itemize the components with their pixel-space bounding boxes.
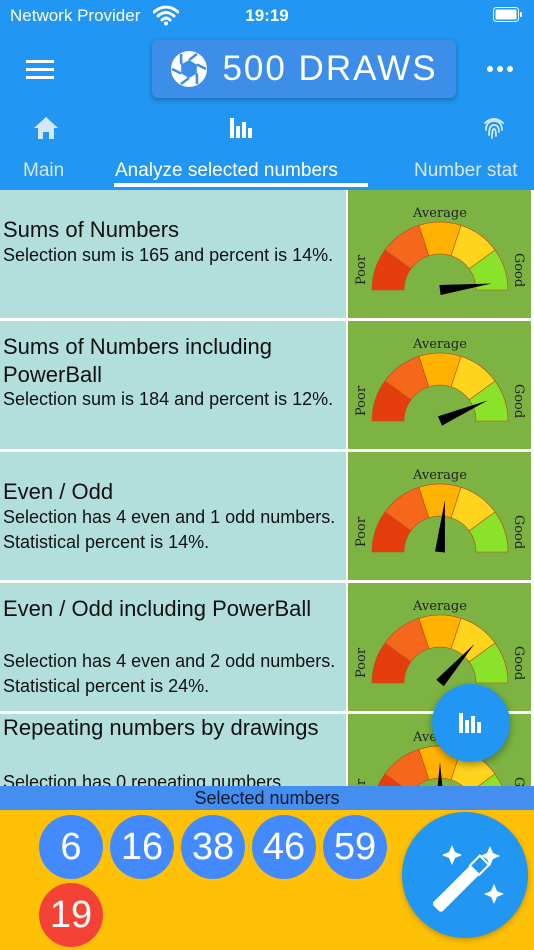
draws-title-button[interactable]: 500 DRAWS	[152, 40, 456, 98]
status-time: 19:19	[245, 6, 289, 25]
statistics-fab[interactable]	[432, 684, 510, 762]
gauge-label-good: Good	[511, 646, 526, 680]
card-description: Selection has 4 even and 1 odd numbers. …	[3, 507, 336, 552]
gauge-panel: Average Poor Good	[348, 583, 531, 711]
selected-numbers-label: Selected numbers	[0, 786, 534, 810]
gauge-label-average: Average	[412, 599, 467, 614]
gauge-label-average: Average	[412, 468, 467, 483]
rating-gauge: Average Poor Good	[354, 337, 526, 426]
gauge-panel: Average Poor Good	[348, 321, 531, 449]
card-title: Sums of Numbers	[3, 217, 180, 242]
gauge-label-good: Good	[511, 384, 526, 418]
selected-ball[interactable]: 38	[181, 815, 245, 879]
card-title: Repeating numbers by drawings	[3, 715, 319, 740]
gauge-panel: Average Poor Good	[348, 452, 531, 580]
fingerprint-icon	[484, 118, 504, 139]
tab-number-stats-label: Number stat	[414, 160, 518, 181]
aperture-icon	[171, 51, 208, 87]
gauge-label-poor: Poor	[354, 647, 369, 678]
gauge-label-average: Average	[412, 206, 467, 221]
card-info: Sums of Numbers including PowerBall Sele…	[0, 321, 346, 449]
card-description: Selection has 0 repeating numbers	[3, 772, 282, 786]
bar-chart-icon	[230, 118, 252, 138]
active-tab-indicator	[114, 183, 368, 187]
tab-analyze-label: Analyze selected numbers	[115, 160, 338, 181]
selected-ball[interactable]: 16	[110, 815, 174, 879]
card-title: Sums of Numbers including PowerBall	[3, 334, 273, 387]
gauge-label-poor: Poor	[354, 516, 369, 547]
tab-main[interactable]: Main	[0, 108, 92, 190]
gauge-label-poor: Poor	[354, 254, 369, 285]
home-icon	[34, 117, 58, 139]
magic-wand-icon	[432, 845, 504, 912]
card-title: Even / Odd	[3, 479, 114, 504]
gauge-label-poor: Poor	[354, 778, 369, 786]
status-bar: Network Provider 19:19	[0, 0, 534, 32]
analysis-card-sums: Sums of Numbers Selection sum is 165 and…	[0, 190, 534, 318]
analysis-card-sums-powerball: Sums of Numbers including PowerBall Sele…	[0, 321, 534, 449]
menu-icon[interactable]	[24, 54, 56, 84]
card-info: Repeating numbers by drawings Selection …	[0, 714, 346, 786]
rating-gauge: Average Poor Good	[354, 206, 526, 295]
tab-analyze[interactable]: Analyze selected numbers	[100, 108, 382, 190]
quick-pick-fab[interactable]	[402, 812, 528, 938]
gauge-label-average: Average	[412, 337, 467, 352]
selected-ball[interactable]: 6	[39, 815, 103, 879]
card-title: Even / Odd including PowerBall	[3, 596, 312, 621]
gauge-label-good: Good	[511, 515, 526, 549]
card-info: Even / Odd including PowerBall Selection…	[0, 583, 346, 711]
gauge-label-good: Good	[511, 253, 526, 287]
more-options-icon[interactable]	[484, 60, 516, 78]
analysis-card-even-odd: Even / Odd Selection has 4 even and 1 od…	[0, 452, 534, 580]
app-header: Network Provider 19:19 500 DRAWS Main An…	[0, 0, 534, 190]
card-info: Even / Odd Selection has 4 even and 1 od…	[0, 452, 346, 580]
gauge-label-poor: Poor	[354, 385, 369, 416]
card-description: Selection sum is 184 and percent is 12%.	[3, 389, 334, 409]
tab-number-stats[interactable]: Number stat	[400, 108, 534, 190]
bar-chart-icon	[459, 713, 481, 733]
selected-ball[interactable]: 59	[323, 815, 387, 879]
rating-gauge: Average Poor Good	[354, 468, 526, 553]
card-description: Selection sum is 165 and percent is 14%.	[3, 245, 334, 265]
card-info: Sums of Numbers Selection sum is 165 and…	[0, 190, 346, 318]
gauge-panel: Average Poor Good	[348, 190, 531, 318]
tab-main-label: Main	[23, 160, 65, 181]
battery-icon	[493, 7, 522, 22]
gauge-label-good: Good	[511, 777, 526, 786]
app-title: 500 DRAWS	[222, 49, 438, 88]
selected-ball[interactable]: 46	[252, 815, 316, 879]
powerball-ball[interactable]: 19	[39, 883, 103, 947]
card-description: Selection has 4 even and 2 odd numbers. …	[3, 651, 336, 696]
rating-gauge: Average Poor Good	[354, 599, 526, 687]
